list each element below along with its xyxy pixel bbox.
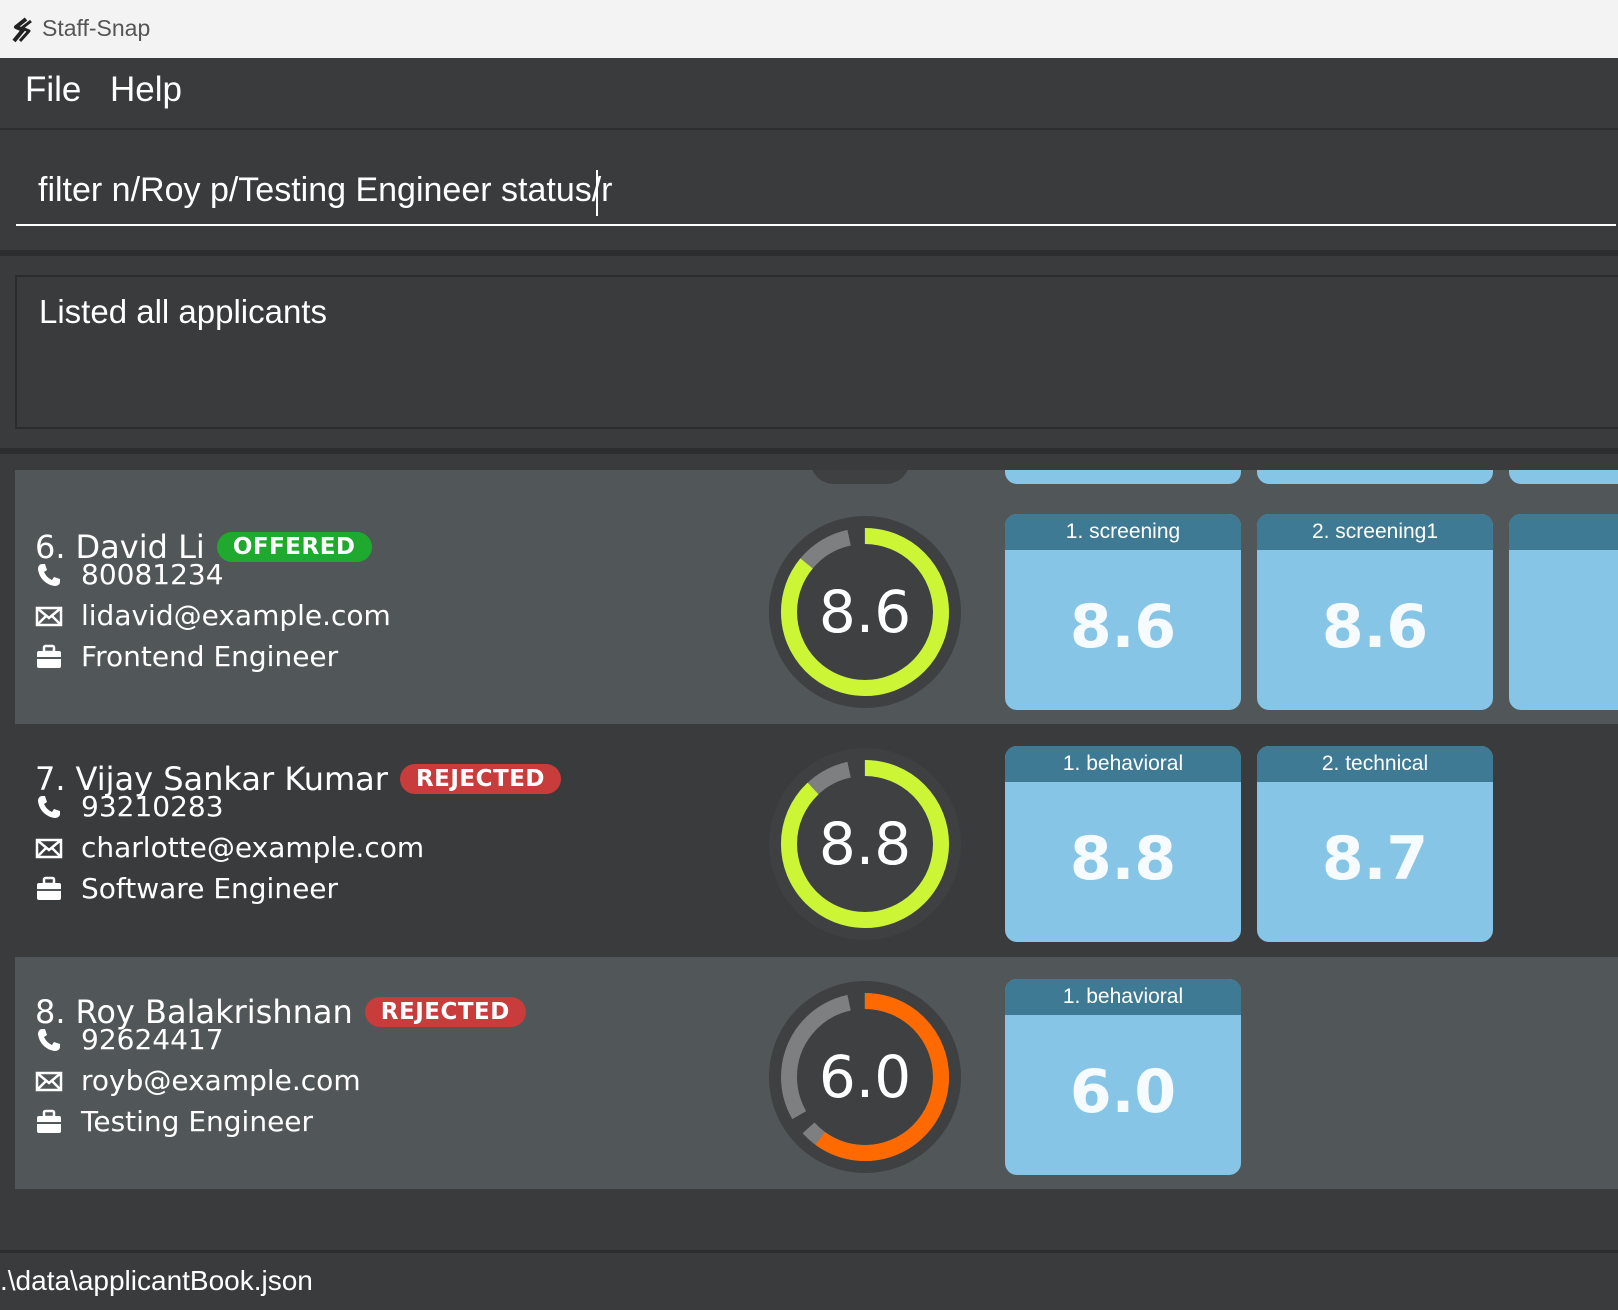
status-badge: REJECTED [364,997,526,1027]
command-box [0,130,1618,256]
window-title: Staff-Snap [42,15,151,41]
result-message: Listed all applicants [39,293,328,330]
interview-card[interactable]: 1. behavioral 6.0 [1005,979,1241,1175]
staff-snap-logo-icon [12,17,32,43]
applicant-email-row: charlotte@example.com [35,831,424,864]
interview-card-partial [1509,470,1618,484]
menu-bar: File Help [0,58,1618,130]
score-gauge-partial [810,470,910,484]
interview-score: 8.6 [1321,592,1429,662]
applicant-phone: 80081234 [81,558,224,591]
applicant-position-row: Software Engineer [35,872,338,905]
status-badge: OFFERED [216,532,372,562]
divider [0,448,1618,454]
result-display: Listed all applicants [15,275,1618,429]
briefcase-icon [35,875,63,903]
applicant-email: charlotte@example.com [81,831,425,864]
interview-card[interactable]: 1. screening 8.6 [1005,514,1241,710]
interview-score: 6.0 [1069,1057,1177,1127]
interview-label: 2. screening1 [1257,514,1493,550]
command-input[interactable] [16,156,1616,226]
applicant-position: Testing Engineer [81,1105,314,1138]
interview-card[interactable] [1509,514,1618,710]
interview-label: 1. screening [1005,514,1241,550]
interview-score: 8.6 [1069,592,1177,662]
interview-label: 1. behavioral [1005,979,1241,1015]
interview-card[interactable]: 2. screening1 8.6 [1257,514,1493,710]
text-caret [596,170,598,216]
overall-score: 6.0 [818,1043,912,1111]
briefcase-icon [35,1108,63,1136]
interview-label: 1. behavioral [1005,746,1241,782]
briefcase-icon [35,643,63,671]
applicant-email: royb@example.com [81,1064,361,1097]
overall-score: 8.8 [818,810,912,878]
applicant-email-row: lidavid@example.com [35,599,391,632]
applicant-list[interactable]: 6. David Li OFFERED 80081234 lidavid@example… [15,470,1618,1242]
applicant-card[interactable]: 8. Roy Balakrishnan REJECTED 92624417 royb@e… [15,957,1618,1189]
applicant-position-row: Frontend Engineer [35,640,338,673]
envelope-icon [35,834,63,862]
applicant-phone: 92624417 [81,1023,224,1056]
menu-file[interactable]: File [25,70,81,110]
applicant-phone: 93210283 [81,790,224,823]
applicant-phone-row: 93210283 [35,790,224,823]
applicant-phone-row: 92624417 [35,1023,224,1056]
overall-score: 8.6 [818,578,912,646]
applicant-card[interactable]: 6. David Li OFFERED 80081234 lidavid@example… [15,492,1618,724]
phone-icon [35,793,63,821]
envelope-icon [35,1067,63,1095]
phone-icon [35,561,63,589]
interview-card[interactable]: 1. behavioral 8.8 [1005,746,1241,942]
interview-score: 8.8 [1069,824,1177,894]
title-bar: Staff-Snap [0,0,1618,58]
applicant-email-row: royb@example.com [35,1064,361,1097]
envelope-icon [35,602,63,630]
applicant-email: lidavid@example.com [81,599,391,632]
applicant-position: Software Engineer [81,872,339,905]
interview-card[interactable]: 2. technical 8.7 [1257,746,1493,942]
applicant-card[interactable]: 7. Vijay Sankar Kumar REJECTED 93210283 char… [15,724,1618,957]
phone-icon [35,1026,63,1054]
applicant-position: Frontend Engineer [81,640,339,673]
interview-card-partial [1005,470,1241,484]
save-location: .\data\applicantBook.json [0,1265,313,1296]
status-badge: REJECTED [399,764,561,794]
status-bar: .\data\applicantBook.json [0,1250,1618,1310]
applicant-phone-row: 80081234 [35,558,224,591]
interview-card-partial [1257,470,1493,484]
menu-help[interactable]: Help [110,70,182,110]
interview-label: 2. technical [1257,746,1493,782]
applicant-position-row: Testing Engineer [35,1105,313,1138]
interview-label [1509,514,1618,550]
interview-score: 8.7 [1321,824,1429,894]
